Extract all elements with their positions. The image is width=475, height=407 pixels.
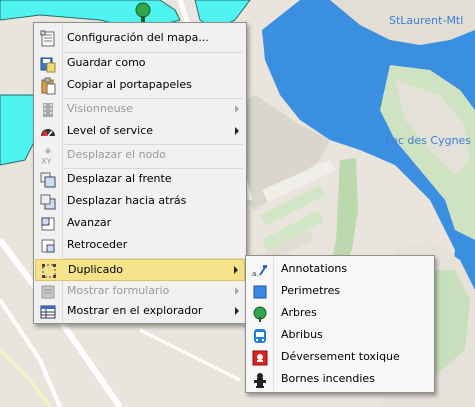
menu-item-label: Retroceder (67, 238, 128, 251)
submenu-item-label: Déversement toxique (281, 350, 400, 363)
map-label-st-laurent: StLaurent-Mtl (389, 14, 464, 27)
save-as-icon (39, 55, 57, 73)
menu-item-label: Duplicado (68, 263, 124, 276)
submenu-arrow-icon (235, 307, 239, 315)
send-to-back-icon (39, 193, 57, 211)
menu-item-label: Level of service (67, 124, 154, 137)
menu-item-label: Visionneuse (67, 102, 134, 115)
svg-text:a.: a. (252, 270, 259, 278)
submenu-arrow-icon (235, 287, 239, 295)
menu-item-label: Desplazar hacia atrás (67, 194, 187, 207)
menu-item-copy-clipboard[interactable]: Copiar al portapapeles (35, 75, 245, 97)
move-node-xy-icon: XY (39, 147, 57, 166)
menu-item-show-form: Mostrar formulario (35, 281, 245, 303)
submenu-item-label: Abribus (281, 328, 323, 341)
menu-item-visionneuse: Visionneuse (35, 99, 245, 121)
annotations-icon: a. (251, 261, 269, 279)
map-config-icon (39, 30, 57, 48)
menu-item-label: Copiar al portapapeles (67, 78, 192, 91)
menu-item-duplicate[interactable]: Duplicado (35, 259, 245, 281)
fire-hydrant-icon (251, 371, 269, 389)
submenu-arrow-icon (235, 127, 239, 135)
menu-item-save-as[interactable]: Guardar como (35, 53, 245, 75)
svg-text:XY: XY (41, 157, 51, 165)
submenu-item-label: Arbres (281, 306, 317, 319)
menu-item-bring-forward[interactable]: Avanzar (35, 213, 245, 235)
tree-icon (251, 305, 269, 323)
submenu-item-annotations[interactable]: a. Annotations (247, 259, 433, 281)
submenu-item-perimetres[interactable]: Perimetres (247, 281, 433, 303)
gauge-icon (39, 123, 57, 141)
submenu-item-abribus[interactable]: Abribus (247, 325, 433, 347)
toxic-spill-icon (251, 349, 269, 367)
form-icon (39, 283, 57, 301)
menu-item-label: Guardar como (67, 56, 146, 69)
submenu-item-label: Annotations (281, 262, 348, 275)
menu-item-show-in-explorer[interactable]: Mostrar en el explorador (35, 301, 245, 323)
submenu-item-arbres[interactable]: Arbres (247, 303, 433, 325)
copy-clipboard-icon (39, 77, 57, 95)
blue-square-icon (251, 283, 269, 301)
explorer-table-icon (39, 303, 57, 321)
submenu-item-label: Perimetres (281, 284, 341, 297)
menu-item-bring-to-front[interactable]: Desplazar al frente (35, 169, 245, 191)
menu-item-send-to-back[interactable]: Desplazar hacia atrás (35, 191, 245, 213)
bring-to-front-icon (39, 171, 57, 189)
menu-item-label: Avanzar (67, 216, 112, 229)
submenu-arrow-icon (234, 266, 238, 274)
send-backward-icon (39, 237, 57, 255)
menu-item-move-node: XY Desplazar el nodo (35, 145, 245, 167)
menu-item-label: Mostrar formulario (67, 284, 170, 297)
submenu-item-label: Bornes incendies (281, 372, 375, 385)
film-viewer-icon (39, 101, 57, 119)
submenu-item-deversement-toxique[interactable]: Déversement toxique (247, 347, 433, 369)
map-context-menu: Configuración del mapa... Guardar como C… (33, 22, 247, 324)
duplicate-selection-icon (40, 262, 58, 280)
menu-item-send-backward[interactable]: Retroceder (35, 235, 245, 257)
menu-item-label: Desplazar al frente (67, 172, 172, 185)
menu-item-map-configuration[interactable]: Configuración del mapa... (35, 28, 245, 50)
duplicate-submenu: a. Annotations Perimetres Arbres Abribus… (245, 255, 435, 393)
bring-forward-icon (39, 215, 57, 233)
menu-item-label: Mostrar en el explorador (67, 304, 203, 317)
menu-item-level-of-service[interactable]: Level of service (35, 121, 245, 143)
submenu-arrow-icon (235, 105, 239, 113)
bus-shelter-icon (251, 327, 269, 345)
menu-item-label: Desplazar el nodo (67, 148, 167, 161)
submenu-item-bornes-incendies[interactable]: Bornes incendies (247, 369, 433, 391)
menu-item-label: Configuración del mapa... (67, 31, 209, 44)
map-label-lac-des-cygnes: Lac des Cygnes (385, 134, 472, 147)
